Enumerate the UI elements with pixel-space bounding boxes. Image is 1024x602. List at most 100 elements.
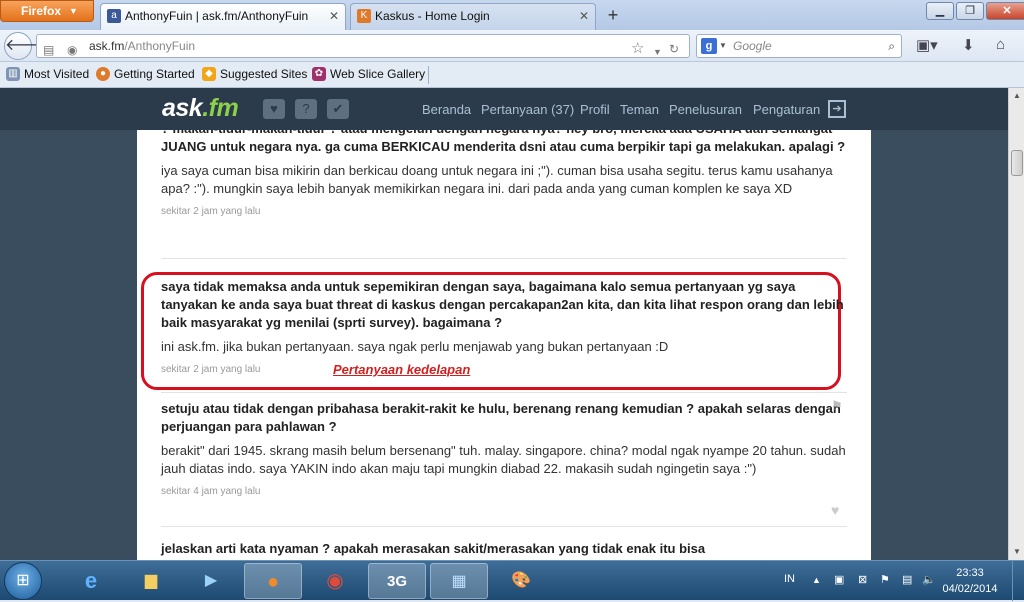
show-desktop-button[interactable] [1012, 561, 1024, 601]
timestamp[interactable]: sekitar 2 jam yang lalu [161, 206, 851, 217]
url-domain: ask.fm [89, 39, 125, 53]
bookmarks-menu-icon[interactable]: ▣▾ [916, 36, 938, 54]
tray-expand-icon[interactable]: ▲ [812, 575, 821, 585]
explorer-folder-icon[interactable]: ▆ [122, 563, 180, 599]
timestamp[interactable]: sekitar 2 jam yang lalu [161, 364, 851, 375]
logo-suffix: .fm [202, 94, 239, 122]
language-indicator[interactable]: IN [784, 573, 795, 585]
restore-button[interactable]: ❐ [956, 2, 984, 20]
chevron-down-icon[interactable]: ▼ [719, 35, 727, 57]
star-icon[interactable]: ☆ [631, 38, 644, 60]
nav-penelusuran[interactable]: Penelusuran [669, 102, 742, 117]
nav-pertanyaan[interactable]: Pertanyaan (37) [481, 102, 574, 117]
divider [161, 258, 847, 259]
new-tab-button[interactable]: + [600, 4, 626, 28]
firefox-taskbar-icon[interactable]: ● [244, 563, 302, 599]
history-icon[interactable]: ▤ [43, 39, 54, 61]
close-icon[interactable]: ✕ [329, 4, 339, 28]
nav-pengaturan[interactable]: Pengaturan [753, 102, 820, 117]
tab-title: Kaskus - Home Login [375, 9, 490, 23]
internet-explorer-icon[interactable]: e [62, 563, 120, 599]
divider [161, 526, 847, 527]
question-text: ? makan-tidur-makan-tidur ? atau mengelu… [161, 130, 846, 154]
google-icon[interactable]: g [701, 38, 717, 54]
three-g-app-icon[interactable]: 3G [368, 563, 426, 599]
system-clock[interactable]: 23:33 04/02/2014 [940, 565, 1000, 597]
bookmark-web-slice-gallery[interactable]: ✿ Web Slice Gallery [312, 67, 425, 81]
search-icon[interactable]: ⌕ [888, 35, 895, 57]
chevron-down-icon: ▼ [69, 6, 78, 16]
askfm-header: ask.fm ♥ ? ✔ Beranda Pertanyaan (37) Pro… [0, 88, 1008, 130]
answer-item: ? makan-tidur-makan-tidur ? atau mengelu… [161, 130, 851, 217]
scroll-thumb[interactable] [1011, 150, 1023, 176]
question-text: setuju atau tidak dengan pribahasa berak… [161, 401, 841, 434]
answer-text: iya saya cuman bisa mikirin dan berkicau… [161, 163, 833, 196]
bookmark-label: Most Visited [24, 67, 90, 81]
scroll-down-icon[interactable]: ▼ [1009, 544, 1024, 560]
search-input[interactable]: g ▼ Google ⌕ [696, 34, 902, 58]
network-icon[interactable]: ▤ [902, 573, 912, 586]
reload-icon[interactable]: ↻ [669, 38, 679, 60]
search-placeholder: Google [733, 39, 772, 53]
kaskus-favicon-icon: K [357, 9, 371, 23]
firefox-icon: ● [96, 67, 110, 81]
action-center-icon[interactable]: ⚑ [880, 573, 890, 586]
firefox-menu-label: Firefox [21, 4, 62, 18]
web-page: ask.fm ♥ ? ✔ Beranda Pertanyaan (37) Pro… [0, 88, 1008, 560]
tab-askfm[interactable]: a AnthonyFuin | ask.fm/AnthonyFuin ✕ [100, 3, 346, 30]
nav-beranda[interactable]: Beranda [422, 102, 471, 117]
answer-item: saya tidak memaksa anda untuk sepemikira… [161, 278, 851, 375]
volume-icon[interactable]: 🔈 [922, 573, 936, 586]
taskbar: ⊞ e ▆ ▶ ● ◉ 3G ▦ 🎨 IN ▲ ▣ ⊠ ⚑ ▤ 🔈 23:33 … [0, 560, 1024, 601]
download-icon[interactable]: ⬇ [962, 36, 975, 54]
bookmark-label: Web Slice Gallery [330, 67, 426, 81]
close-window-button[interactable]: ✕ [986, 2, 1024, 20]
bookmark-suggested-sites[interactable]: ◆ Suggested Sites [202, 67, 307, 81]
start-button[interactable]: ⊞ [4, 562, 42, 600]
bookmark-label: Suggested Sites [220, 67, 308, 81]
askfm-logo[interactable]: ask.fm [162, 94, 239, 123]
back-button[interactable]: 🡐 [4, 32, 48, 60]
suggested-sites-icon: ◆ [202, 67, 216, 81]
minimize-button[interactable]: ▁ [926, 2, 954, 20]
logo-text: ask [162, 94, 203, 122]
web-slice-icon: ✿ [312, 67, 326, 81]
home-icon[interactable]: ⌂ [996, 36, 1005, 53]
divider [428, 66, 429, 84]
tab-title: AnthonyFuin | ask.fm/AnthonyFuin [125, 9, 309, 23]
tray-app-icon[interactable]: ▣ [834, 573, 844, 586]
bookmarks-bar: ▥ Most Visited ● Getting Started ◆ Sugge… [0, 62, 1024, 88]
url-path: /AnthonyFuin [124, 39, 196, 53]
media-player-icon[interactable]: ▶ [182, 563, 240, 599]
firefox-menu-button[interactable]: Firefox ▼ [0, 0, 94, 22]
question-icon[interactable]: ? [295, 99, 317, 119]
heart-icon[interactable]: ♥ [263, 99, 285, 119]
title-bar: Firefox ▼ a AnthonyFuin | ask.fm/Anthony… [0, 0, 1024, 30]
check-icon[interactable]: ✔ [327, 99, 349, 119]
close-icon[interactable]: ✕ [579, 4, 589, 28]
clock-time: 23:33 [956, 567, 984, 579]
flag-icon[interactable]: ⚑ [831, 398, 843, 414]
answer-text: ini ask.fm. jika bukan pertanyaan. saya … [161, 339, 669, 354]
bookmark-getting-started[interactable]: ● Getting Started [96, 67, 195, 81]
logout-icon[interactable]: ➔ [828, 100, 846, 118]
control-panel-icon[interactable]: ▦ [430, 563, 488, 599]
timestamp[interactable]: sekitar 4 jam yang lalu [161, 486, 851, 497]
tab-kaskus[interactable]: K Kaskus - Home Login ✕ [350, 3, 596, 30]
network-error-icon[interactable]: ⊠ [858, 573, 867, 586]
bookmark-label: Getting Started [114, 67, 195, 81]
annotation-label: Pertanyaan kedelapan [333, 362, 471, 377]
vertical-scrollbar[interactable]: ▲ ▼ [1008, 88, 1024, 560]
question-text: saya tidak memaksa anda untuk sepemikira… [161, 279, 844, 330]
dropdown-icon[interactable]: ▼ [653, 41, 662, 63]
url-bar[interactable]: ▤ ◉ ask.fm/AnthonyFuin ☆ ▼ ↻ [36, 34, 690, 58]
nav-profil[interactable]: Profil [580, 102, 610, 117]
nav-teman[interactable]: Teman [620, 102, 659, 117]
scroll-up-icon[interactable]: ▲ [1009, 88, 1024, 104]
bookmark-most-visited[interactable]: ▥ Most Visited [6, 67, 89, 81]
like-heart-icon[interactable]: ♥ [831, 502, 839, 518]
question-text: jelaskan arti kata nyaman ? apakah meras… [161, 541, 706, 556]
chrome-icon[interactable]: ◉ [306, 563, 364, 599]
askfm-favicon-icon: a [107, 9, 121, 23]
paint-icon[interactable]: 🎨 [492, 563, 550, 599]
